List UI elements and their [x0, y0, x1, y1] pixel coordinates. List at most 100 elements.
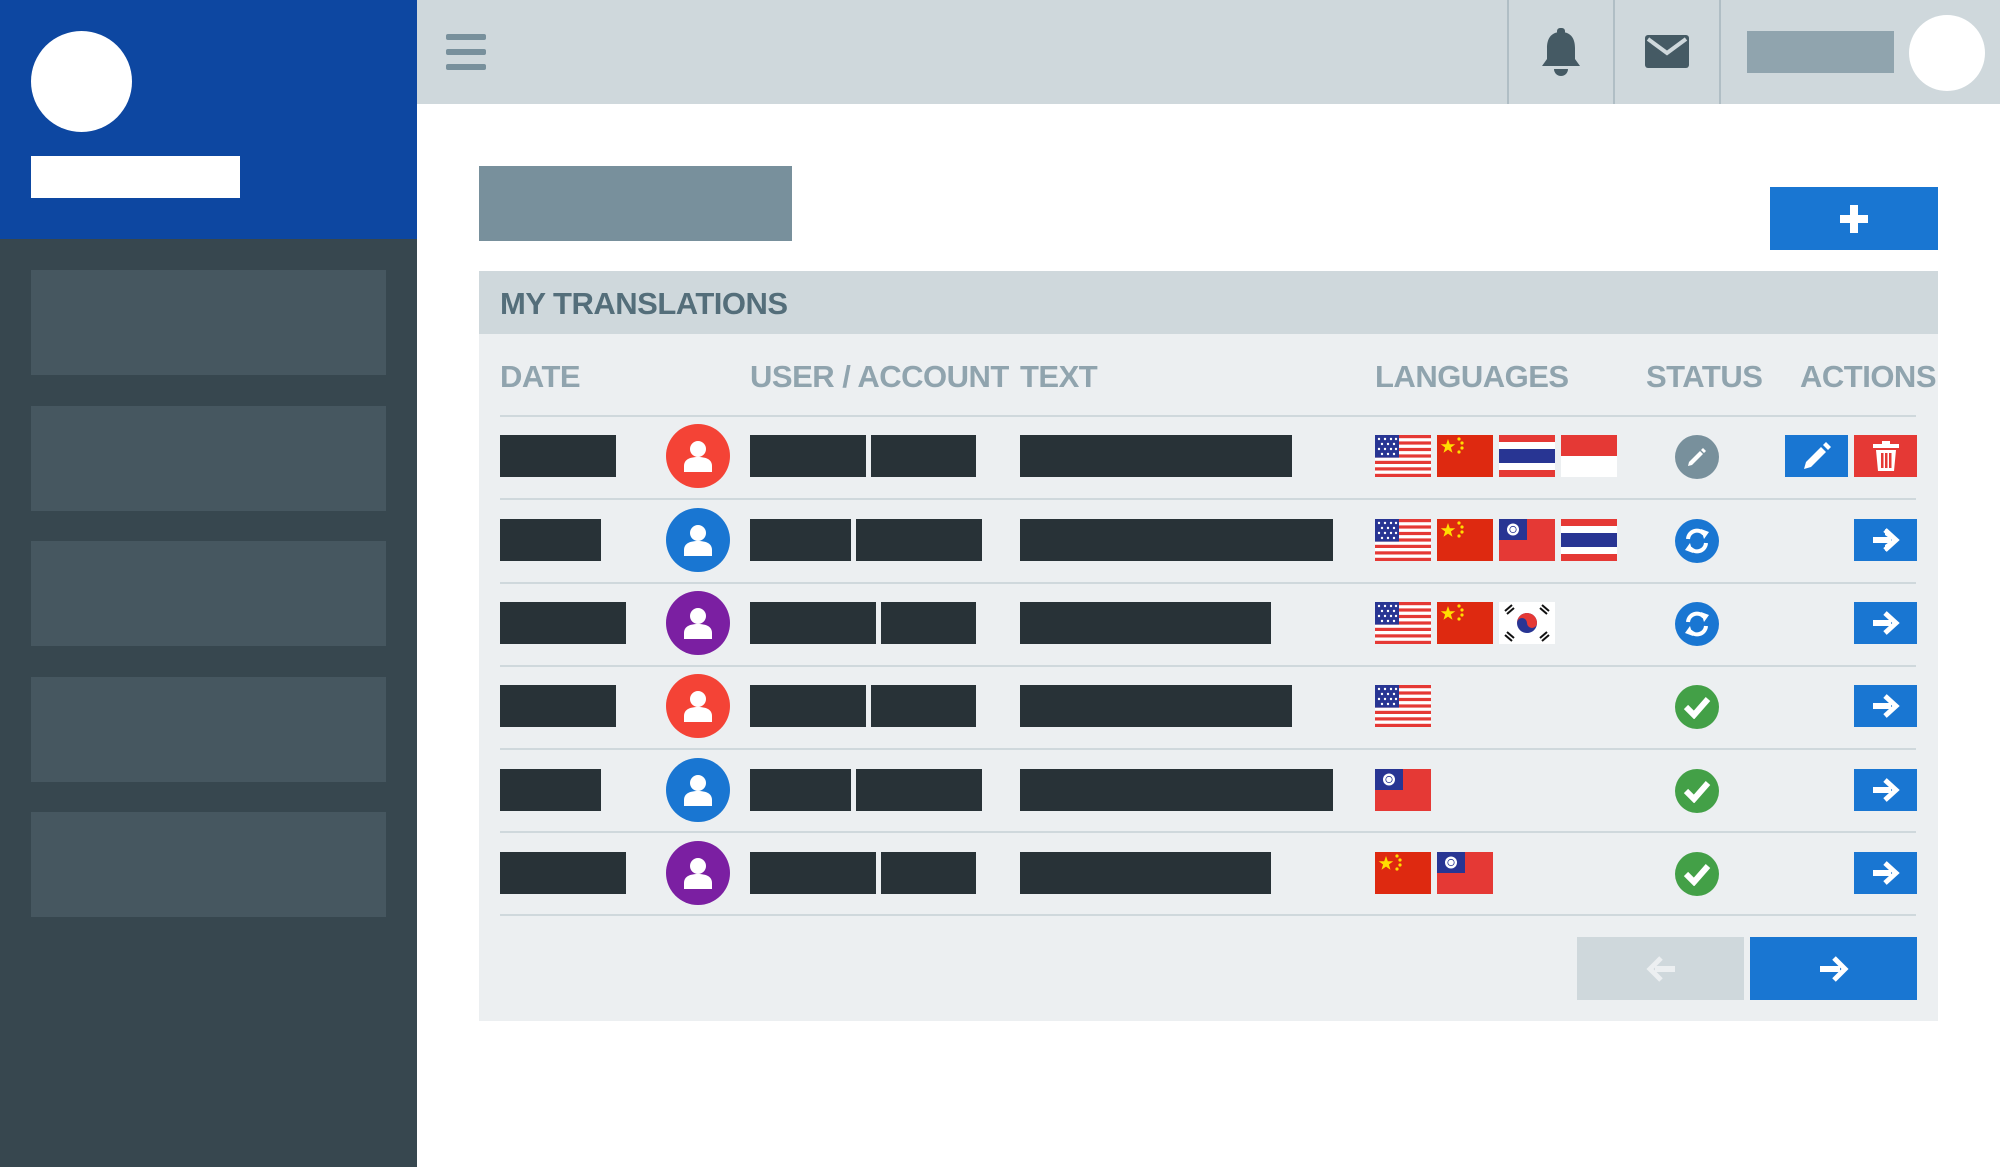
user-avatar[interactable] — [1909, 15, 1985, 91]
delete-button[interactable] — [1854, 435, 1917, 477]
text-placeholder — [1020, 602, 1271, 644]
column-header-languages[interactable]: LANGUAGES — [1375, 361, 1569, 392]
user-placeholder — [750, 602, 876, 644]
user-avatar-icon — [666, 591, 730, 655]
text-placeholder — [1020, 685, 1292, 727]
user-placeholder — [750, 769, 851, 811]
next-page-button[interactable] — [1750, 937, 1917, 1000]
text-placeholder — [1020, 519, 1333, 561]
text-placeholder — [1020, 435, 1292, 477]
flag-th-icon — [1499, 435, 1555, 477]
column-header-status[interactable]: STATUS — [1646, 361, 1763, 392]
row-divider — [500, 748, 1916, 750]
arrow-left-icon — [1645, 955, 1675, 982]
flag-us-icon — [1375, 602, 1431, 644]
account-placeholder — [871, 435, 976, 477]
user-avatar-icon — [666, 424, 730, 488]
arrow-right-icon — [1872, 528, 1900, 552]
brand-logo[interactable] — [31, 31, 132, 132]
user-name-placeholder[interactable] — [1747, 31, 1894, 73]
hamburger-icon[interactable] — [446, 34, 486, 70]
user-avatar-icon — [666, 758, 730, 822]
add-translation-button[interactable] — [1770, 187, 1938, 250]
topbar-divider — [1719, 0, 1721, 104]
column-header-actions[interactable]: ACTIONS — [1800, 361, 1937, 392]
sidebar-item-3[interactable] — [31, 541, 386, 646]
status-done-icon — [1675, 852, 1719, 896]
app-window: MY TRANSLATIONS DATE USER / ACCOUNT TEXT… — [0, 0, 2000, 1167]
status-editing-icon — [1675, 435, 1719, 479]
account-placeholder — [871, 685, 976, 727]
user-placeholder — [750, 852, 876, 894]
date-placeholder — [500, 685, 616, 727]
date-placeholder — [500, 769, 601, 811]
user-avatar-icon — [666, 674, 730, 738]
flag-cn-icon — [1375, 852, 1431, 894]
topbar-divider — [1613, 0, 1615, 104]
column-header-user[interactable]: USER / ACCOUNT — [750, 361, 1009, 392]
text-placeholder — [1020, 769, 1333, 811]
open-translation-button[interactable] — [1854, 685, 1917, 727]
column-header-text[interactable]: TEXT — [1020, 361, 1098, 392]
arrow-right-icon — [1872, 778, 1900, 802]
text-placeholder — [1020, 852, 1271, 894]
topbar-divider — [1507, 0, 1509, 104]
sidebar-item-4[interactable] — [31, 677, 386, 782]
row-divider — [500, 582, 1916, 584]
row-divider — [500, 415, 1916, 417]
column-header-date[interactable]: DATE — [500, 361, 581, 392]
flag-kr-icon — [1499, 602, 1555, 644]
date-placeholder — [500, 602, 626, 644]
status-in-progress-icon — [1675, 519, 1719, 563]
date-placeholder — [500, 519, 601, 561]
flag-th-icon — [1561, 519, 1617, 561]
account-placeholder — [881, 852, 976, 894]
flag-tw-icon — [1375, 769, 1431, 811]
row-divider — [500, 498, 1916, 500]
date-placeholder — [500, 852, 626, 894]
flag-us-icon — [1375, 435, 1431, 477]
user-placeholder — [750, 519, 851, 561]
arrow-right-icon — [1819, 955, 1849, 982]
pencil-icon — [1803, 442, 1831, 469]
edit-button[interactable] — [1785, 435, 1848, 477]
flag-us-icon — [1375, 685, 1431, 727]
user-avatar-icon — [666, 508, 730, 572]
arrow-right-icon — [1872, 694, 1900, 718]
row-divider — [500, 914, 1916, 916]
account-placeholder — [881, 602, 976, 644]
flag-tw-icon — [1437, 852, 1493, 894]
flag-cn-icon — [1437, 602, 1493, 644]
account-placeholder — [856, 769, 982, 811]
flag-id-icon — [1561, 435, 1617, 477]
envelope-icon[interactable] — [1645, 35, 1689, 68]
brand-name-placeholder — [31, 156, 240, 198]
open-translation-button[interactable] — [1854, 769, 1917, 811]
arrow-right-icon — [1872, 611, 1900, 635]
open-translation-button[interactable] — [1854, 852, 1917, 894]
user-placeholder — [750, 685, 866, 727]
flag-us-icon — [1375, 519, 1431, 561]
bell-icon[interactable] — [1540, 28, 1582, 76]
arrow-right-icon — [1872, 861, 1900, 885]
open-translation-button[interactable] — [1854, 602, 1917, 644]
previous-page-button[interactable] — [1577, 937, 1744, 1000]
plus-icon — [1840, 204, 1868, 233]
sidebar-item-5[interactable] — [31, 812, 386, 917]
date-placeholder — [500, 435, 616, 477]
user-placeholder — [750, 435, 866, 477]
row-divider — [500, 831, 1916, 833]
panel-title: MY TRANSLATIONS — [500, 286, 788, 321]
row-divider — [500, 665, 1916, 667]
open-translation-button[interactable] — [1854, 519, 1917, 561]
sidebar-item-1[interactable] — [31, 270, 386, 375]
sidebar-item-2[interactable] — [31, 406, 386, 511]
status-in-progress-icon — [1675, 602, 1719, 646]
flag-cn-icon — [1437, 519, 1493, 561]
page-title-placeholder — [479, 166, 792, 241]
user-avatar-icon — [666, 841, 730, 905]
status-done-icon — [1675, 685, 1719, 729]
trash-icon — [1872, 441, 1899, 471]
status-done-icon — [1675, 769, 1719, 813]
account-placeholder — [856, 519, 982, 561]
